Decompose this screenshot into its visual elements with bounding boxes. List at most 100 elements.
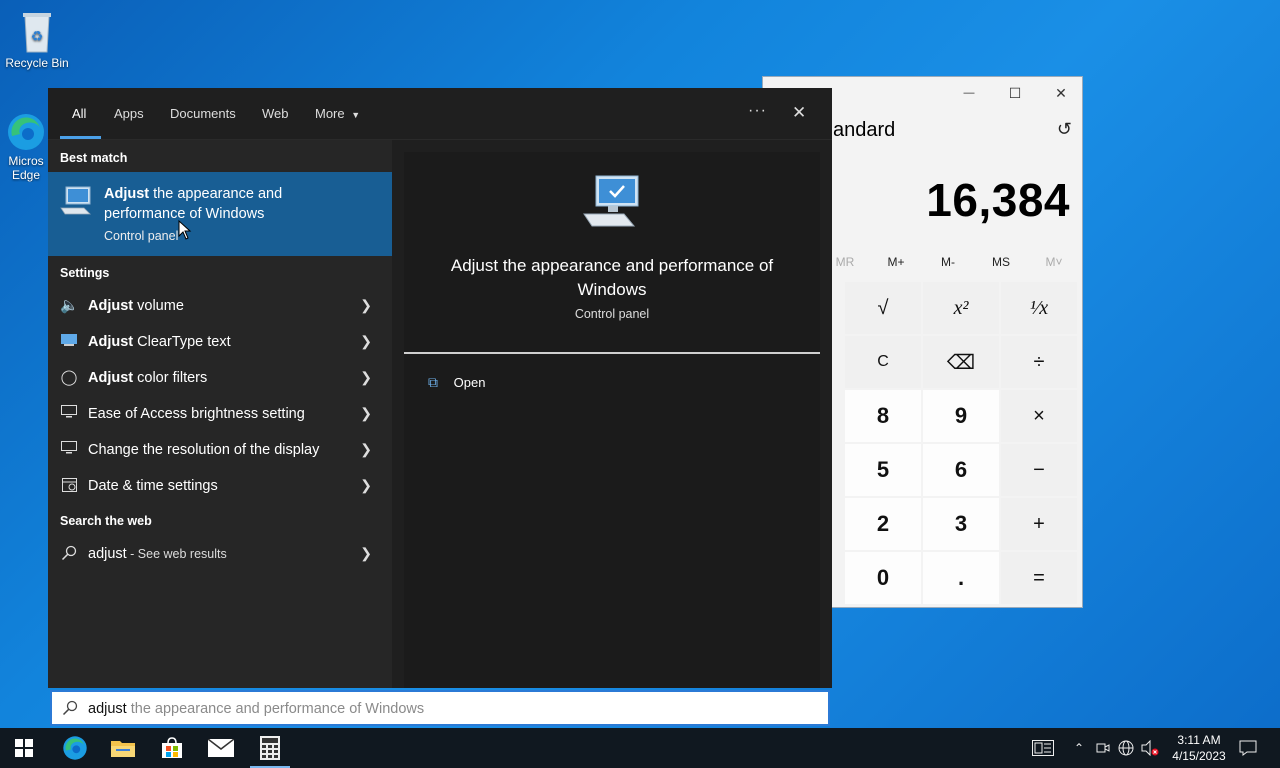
subtract-key[interactable]: − [1001, 444, 1077, 496]
settings-result-cleartype[interactable]: Adjust ClearType text ❯ [48, 324, 392, 360]
computer-icon [60, 186, 91, 215]
web-search-result[interactable]: adjust - See web results ❯ [48, 536, 392, 572]
start-button[interactable] [0, 728, 48, 768]
network-icon[interactable] [1116, 728, 1136, 768]
clock-date: 4/15/2023 [1172, 749, 1226, 763]
tab-more[interactable]: More ▼ [315, 106, 360, 121]
more-options-button[interactable]: ··· [748, 102, 767, 120]
result-label-bold: Adjust [88, 370, 134, 386]
best-match-result[interactable]: Adjust the appearance and performance of… [48, 172, 392, 256]
recycle-bin-icon: ♻ [23, 13, 51, 53]
divide-key[interactable]: ÷ [1001, 336, 1077, 388]
mail-icon [208, 739, 234, 757]
digit-3-key[interactable]: 3 [923, 498, 999, 550]
chevron-right-icon[interactable]: ❯ [360, 297, 372, 314]
digit-8-key[interactable]: 8 [845, 390, 921, 442]
memory-subtract-button[interactable]: M- [923, 255, 973, 269]
memory-add-button[interactable]: M+ [871, 255, 921, 269]
clear-key[interactable]: C [845, 336, 921, 388]
open-icon: ⧉ [428, 374, 438, 390]
settings-result-brightness[interactable]: Ease of Access brightness setting ❯ [48, 396, 392, 432]
search-typed-text: adjust [88, 701, 127, 717]
taskbar-edge[interactable] [51, 728, 99, 768]
detail-subtitle: Control panel [574, 307, 650, 321]
news-widget-icon[interactable] [1028, 728, 1058, 768]
close-search-button[interactable]: ✕ [792, 103, 806, 123]
open-action[interactable]: ⧉ Open [428, 374, 485, 391]
calculator-mode-title: andard [833, 119, 896, 141]
best-match-title: Adjust the appearance and performance of… [104, 184, 344, 224]
settings-header: Settings [60, 266, 110, 280]
tab-all[interactable]: All [72, 106, 86, 121]
digit-5-key[interactable]: 5 [845, 444, 921, 496]
add-key[interactable]: + [1001, 498, 1077, 550]
search-icon [60, 545, 78, 563]
search-input[interactable]: adjust the appearance and performance of… [50, 690, 830, 726]
square-key[interactable]: x² [923, 282, 999, 334]
maximize-button[interactable]: ☐ [992, 77, 1038, 109]
web-query: adjust [88, 546, 127, 562]
digit-6-key[interactable]: 6 [923, 444, 999, 496]
result-label-rest: color filters [133, 370, 208, 386]
monitor-icon [60, 405, 78, 423]
notifications-icon[interactable] [1234, 728, 1262, 768]
chevron-right-icon[interactable]: ❯ [360, 545, 372, 562]
open-label: Open [453, 375, 486, 390]
digit-0-key[interactable]: 0 [845, 552, 921, 604]
volume-muted-icon[interactable] [1140, 728, 1160, 768]
chevron-right-icon[interactable]: ❯ [360, 441, 372, 458]
result-label: Adjust ClearType text [88, 334, 231, 350]
result-label: Adjust volume [88, 298, 184, 314]
cleartype-icon [60, 333, 78, 351]
desktop-icon-recycle-bin[interactable]: ♻ Recycle Bin [0, 8, 74, 70]
reciprocal-key[interactable]: ¹⁄x [1001, 282, 1077, 334]
best-match-title-bold: Adjust [104, 186, 150, 202]
active-tab-indicator [60, 136, 101, 139]
tab-apps[interactable]: Apps [114, 106, 144, 121]
multiply-key[interactable]: × [1001, 390, 1077, 442]
calendar-icon [60, 477, 78, 495]
result-label-rest: ClearType text [133, 334, 231, 350]
mouse-cursor-icon [178, 220, 192, 240]
decimal-key[interactable]: . [923, 552, 999, 604]
meet-now-icon[interactable] [1094, 728, 1112, 768]
close-button[interactable]: ✕ [1038, 77, 1084, 109]
chevron-right-icon[interactable]: ❯ [360, 369, 372, 386]
store-icon [162, 737, 182, 758]
digit-2-key[interactable]: 2 [845, 498, 921, 550]
desktop-icon-label: Recycle Bin [5, 56, 69, 70]
tab-web[interactable]: Web [262, 106, 289, 121]
chevron-right-icon[interactable]: ❯ [360, 333, 372, 350]
edge-icon [63, 736, 87, 760]
memory-store-button[interactable]: MS [976, 255, 1026, 269]
chevron-up-icon[interactable]: ⌃ [1068, 728, 1090, 768]
chevron-right-icon[interactable]: ❯ [360, 477, 372, 494]
search-panel: All Apps Documents Web More ▼ ··· ✕ Best… [48, 88, 832, 688]
best-match-header: Best match [60, 151, 128, 165]
tab-documents[interactable]: Documents [170, 106, 236, 121]
history-icon[interactable]: ↺ [1057, 119, 1072, 140]
digit-9-key[interactable]: 9 [923, 390, 999, 442]
taskbar-clock[interactable]: 3:11 AM 4/15/2023 [1164, 732, 1234, 764]
taskbar-file-explorer[interactable] [99, 728, 147, 768]
results-list: Best match Adjust the appearance and per… [48, 140, 392, 688]
taskbar-store[interactable] [148, 728, 196, 768]
chevron-right-icon[interactable]: ❯ [360, 405, 372, 422]
settings-result-adjust-volume[interactable]: 🔈 Adjust volume ❯ [48, 288, 392, 324]
result-label-bold: Adjust [88, 298, 134, 314]
settings-result-resolution[interactable]: Change the resolution of the display ❯ [48, 432, 392, 468]
minimize-button[interactable]: — [946, 77, 992, 109]
taskbar-mail[interactable] [197, 728, 245, 768]
taskbar-calculator[interactable] [246, 728, 294, 768]
settings-result-color-filters[interactable]: ◯ Adjust color filters ❯ [48, 360, 392, 396]
best-match-subtitle: Control panel [104, 229, 179, 243]
close-icon: ✕ [1055, 84, 1067, 101]
backspace-key[interactable]: ⌫ [923, 336, 999, 388]
memory-list-button[interactable]: M˅ [1029, 255, 1079, 269]
speaker-icon: 🔈 [60, 297, 79, 314]
square-root-key[interactable]: √ [845, 282, 921, 334]
equals-key[interactable]: = [1001, 552, 1077, 604]
detail-divider [404, 352, 820, 354]
settings-result-date-time[interactable]: Date & time settings ❯ [48, 468, 392, 504]
search-autocomplete-text: the appearance and performance of Window… [126, 701, 425, 717]
